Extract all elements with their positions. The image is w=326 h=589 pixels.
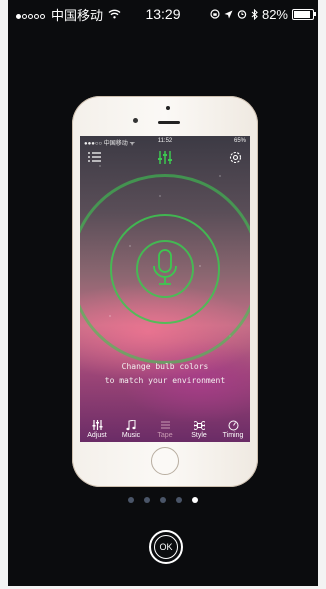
gear-icon[interactable] xyxy=(229,151,242,164)
tab-tape[interactable]: Tape xyxy=(148,414,182,442)
command-icon xyxy=(193,420,205,430)
tab-timing-label: Timing xyxy=(222,432,244,439)
tab-music-label: Music xyxy=(121,432,141,439)
tagline-line-2: to match your environment xyxy=(104,376,226,385)
tab-adjust[interactable]: Adjust xyxy=(80,414,114,442)
tab-music[interactable]: Music xyxy=(114,414,148,442)
ok-button[interactable]: OK xyxy=(149,530,183,564)
tab-tape-label: Tape xyxy=(157,432,173,439)
ok-button-inner: OK xyxy=(154,535,178,559)
tagline: Change bulb colors to match your environ… xyxy=(80,360,250,388)
tagline-line-1: Change bulb colors xyxy=(121,362,209,371)
location-arrow-icon xyxy=(224,10,233,18)
battery-icon xyxy=(292,8,316,20)
microphone-icon xyxy=(153,249,177,285)
earpiece-speaker xyxy=(158,121,180,124)
front-camera xyxy=(133,118,138,123)
sliders-icon xyxy=(92,420,102,430)
ok-button-label: OK xyxy=(159,542,173,552)
inner-nav-bar xyxy=(80,148,250,168)
music-note-icon xyxy=(126,419,136,430)
tab-timing[interactable]: Timing xyxy=(216,414,250,442)
tab-style-label: Style xyxy=(191,432,207,439)
page-dot[interactable] xyxy=(128,497,134,503)
equalizer-icon[interactable] xyxy=(158,151,172,164)
page-dot[interactable] xyxy=(144,497,150,503)
tab-style[interactable]: Style xyxy=(182,414,216,442)
inner-battery: 65% xyxy=(233,138,246,144)
phone-screen: ●●●○○ 中国移动 ᯤ 11:52 65% Change bulb color… xyxy=(80,136,250,442)
page-dot-active[interactable] xyxy=(192,497,198,503)
tape-icon xyxy=(160,421,170,429)
battery-percent: 82% xyxy=(261,6,288,22)
proximity-sensor xyxy=(166,106,170,110)
inner-clock: 11:52 xyxy=(157,138,173,144)
timer-icon xyxy=(228,420,238,430)
status-right-group: 82% xyxy=(210,6,316,22)
bluetooth-icon xyxy=(251,8,258,20)
list-menu-icon[interactable] xyxy=(88,151,101,163)
phone-mockup: ●●●○○ 中国移动 ᯤ 11:52 65% Change bulb color… xyxy=(72,96,258,487)
page-dot[interactable] xyxy=(176,497,182,503)
page-dot[interactable] xyxy=(160,497,166,503)
tab-adjust-label: Adjust xyxy=(87,432,107,439)
lock-rotation-icon xyxy=(210,9,220,19)
tab-bar: Adjust Music Tape Style Timing xyxy=(80,414,250,442)
status-bar: 中国移动 13:29 82% xyxy=(8,0,318,28)
page-indicator xyxy=(0,497,326,503)
alarm-icon xyxy=(237,10,247,19)
inner-status-bar: ●●●○○ 中国移动 ᯤ 11:52 65% xyxy=(80,136,250,148)
home-button[interactable] xyxy=(151,447,179,475)
